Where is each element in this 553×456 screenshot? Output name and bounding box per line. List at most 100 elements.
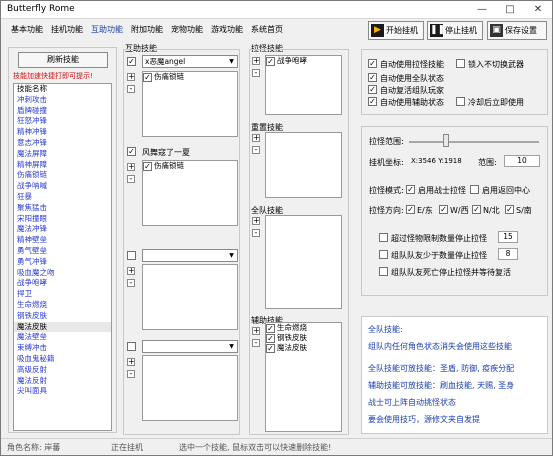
- assist-1-dropdown[interactable]: x恶魔angel ▼: [142, 55, 238, 68]
- entry-checkbox[interactable]: ✓: [266, 343, 275, 353]
- assist-4-checkbox[interactable]: [127, 342, 136, 351]
- assist-1-entry[interactable]: ✓ 伤痛锁链: [143, 72, 237, 82]
- start-button[interactable]: ▶ 开始挂机: [368, 21, 424, 40]
- menu-game[interactable]: 游戏功能: [211, 24, 243, 35]
- assist-4-list[interactable]: [142, 355, 238, 421]
- skill-list-item[interactable]: 精神壁垒: [14, 235, 111, 246]
- entry-checkbox[interactable]: ✓: [143, 161, 152, 171]
- rule-monster-limit-checkbox[interactable]: [379, 233, 388, 242]
- skill-list-item[interactable]: 狂暴: [14, 192, 111, 203]
- assist-4-dropdown[interactable]: ▼: [142, 340, 238, 353]
- skill-list-item[interactable]: 伤痛锁链: [14, 170, 111, 181]
- skill-list-item[interactable]: 战争呐喊: [14, 181, 111, 192]
- support-remove-icon[interactable]: -: [252, 339, 260, 347]
- support-entry[interactable]: ✓ 魔法皮肤: [266, 343, 341, 353]
- skill-list-item[interactable]: 战争咆哮: [14, 278, 111, 289]
- opt-auto-pull-checkbox[interactable]: ✓: [368, 59, 377, 68]
- assist-3-checkbox[interactable]: [127, 251, 136, 260]
- save-button[interactable]: ▣ 保存设置: [487, 21, 547, 40]
- reset-skills-list[interactable]: [265, 132, 342, 198]
- skill-list-item[interactable]: 魔法壁垒: [14, 332, 111, 343]
- refresh-skills-button[interactable]: 刷新技能: [18, 52, 108, 68]
- skill-list-item[interactable]: 生命燃烧: [14, 300, 111, 311]
- skill-list-item[interactable]: 魔法屏障: [14, 149, 111, 160]
- assist-3-list[interactable]: [142, 264, 238, 330]
- opt-lock-weapon-checkbox[interactable]: [456, 59, 465, 68]
- skill-list-item[interactable]: 精神屏障: [14, 160, 111, 171]
- menu-hang[interactable]: 挂机功能: [51, 24, 83, 35]
- mode-return-checkbox[interactable]: [470, 185, 479, 194]
- assist-2-add-icon[interactable]: +: [127, 163, 135, 171]
- menu-home[interactable]: 系统首页: [251, 24, 283, 35]
- skill-list-item[interactable]: 狂怒冲锋: [14, 116, 111, 127]
- assist-2-list[interactable]: ✓ 伤痛锁链: [142, 160, 238, 226]
- mode-warrior-checkbox[interactable]: ✓: [406, 185, 415, 194]
- assist-4-add-icon[interactable]: +: [127, 358, 135, 366]
- assist-1-add-icon[interactable]: +: [127, 73, 135, 81]
- rule-monster-limit-input[interactable]: 15: [498, 231, 518, 243]
- skill-list-item[interactable]: 勇气冲锋: [14, 257, 111, 268]
- skill-list-item[interactable]: 魔法冲锋: [14, 224, 111, 235]
- skill-list-item[interactable]: 魔法皮肤: [14, 321, 111, 333]
- skill-list-item[interactable]: 宋阳撞眼: [14, 214, 111, 225]
- skill-list-item[interactable]: 束缚冲击: [14, 343, 111, 354]
- assist-1-list[interactable]: ✓ 伤痛锁链: [142, 71, 238, 137]
- radius-input[interactable]: 10: [504, 155, 540, 167]
- assist-3-dropdown[interactable]: ▼: [142, 249, 238, 262]
- opt-revive-checkbox[interactable]: ✓: [368, 85, 377, 94]
- support-skills-list[interactable]: ✓ 生命燃烧 ✓ 钢铁皮肤 ✓ 魔法皮肤: [265, 322, 342, 432]
- assist-1-remove-icon[interactable]: -: [127, 85, 135, 93]
- support-entry[interactable]: ✓ 生命燃烧: [266, 323, 341, 333]
- rule-team-death-checkbox[interactable]: [379, 267, 388, 276]
- skill-list-item[interactable]: 聚焦猛击: [14, 203, 111, 214]
- assist-1-checkbox[interactable]: ✓: [127, 57, 136, 66]
- pull-add-icon[interactable]: +: [252, 57, 260, 65]
- entry-checkbox[interactable]: ✓: [266, 56, 275, 66]
- opt-support-checkbox[interactable]: ✓: [368, 97, 377, 106]
- skill-list-item[interactable]: 魔法反射: [14, 376, 111, 387]
- stop-button[interactable]: ❚❚停止挂机: [427, 21, 483, 40]
- skill-list-item[interactable]: 高级反射: [14, 365, 111, 376]
- maximize-button[interactable]: □: [496, 1, 524, 19]
- menu-pet[interactable]: 宠物功能: [171, 24, 203, 35]
- support-add-icon[interactable]: +: [252, 327, 260, 335]
- assist-3-add-icon[interactable]: +: [127, 267, 135, 275]
- range-slider-thumb[interactable]: [443, 134, 449, 147]
- entry-checkbox[interactable]: ✓: [143, 72, 152, 82]
- opt-cooldown-checkbox[interactable]: [456, 97, 465, 106]
- pull-remove-icon[interactable]: -: [252, 69, 260, 77]
- dir-north-checkbox[interactable]: ✓: [472, 205, 481, 214]
- pull-skills-list[interactable]: ✓ 战争咆哮: [265, 55, 342, 115]
- opt-team-status-checkbox[interactable]: ✓: [368, 73, 377, 82]
- team-skills-list[interactable]: [265, 215, 342, 309]
- entry-checkbox[interactable]: ✓: [266, 333, 275, 343]
- team-remove-icon[interactable]: -: [252, 229, 260, 237]
- skill-list[interactable]: 技能名称 冲刺攻击 盾牌碰撞 狂怒冲锋 精神冲锋 意志冲锋 魔法屏障 精神屏障 伤痛锁链 战争呐…: [13, 83, 112, 431]
- close-button[interactable]: ✕: [524, 1, 552, 19]
- menu-assist[interactable]: 互助功能: [91, 24, 123, 35]
- dir-west-checkbox[interactable]: ✓: [439, 205, 448, 214]
- dir-south-checkbox[interactable]: ✓: [505, 205, 514, 214]
- pull-entry[interactable]: ✓ 战争咆哮: [266, 56, 341, 66]
- assist-2-checkbox[interactable]: ✓: [127, 147, 136, 156]
- reset-remove-icon[interactable]: -: [252, 146, 260, 154]
- skill-list-item[interactable]: 盾牌碰撞: [14, 106, 111, 117]
- rule-team-min-input[interactable]: 8: [498, 248, 518, 260]
- assist-3-remove-icon[interactable]: -: [127, 279, 135, 287]
- support-entry[interactable]: ✓ 钢铁皮肤: [266, 333, 341, 343]
- dir-east-checkbox[interactable]: ✓: [406, 205, 415, 214]
- skill-list-item[interactable]: 尖叫面具: [14, 386, 111, 397]
- assist-2-entry[interactable]: ✓ 伤痛锁链: [143, 161, 237, 171]
- skill-list-item[interactable]: 勇气壁垒: [14, 246, 111, 257]
- assist-4-remove-icon[interactable]: -: [127, 370, 135, 378]
- reset-add-icon[interactable]: +: [252, 134, 260, 142]
- minimize-button[interactable]: —: [468, 1, 496, 19]
- skill-list-item[interactable]: 吸血魔之吻: [14, 268, 111, 279]
- team-add-icon[interactable]: +: [252, 217, 260, 225]
- skill-list-item[interactable]: 捍卫: [14, 289, 111, 300]
- skill-list-item[interactable]: 冲刺攻击: [14, 95, 111, 106]
- rule-team-min-checkbox[interactable]: [379, 250, 388, 259]
- skill-list-item[interactable]: 吸血鬼秘籍: [14, 354, 111, 365]
- assist-2-remove-icon[interactable]: -: [127, 175, 135, 183]
- skill-list-item[interactable]: 意志冲锋: [14, 138, 111, 149]
